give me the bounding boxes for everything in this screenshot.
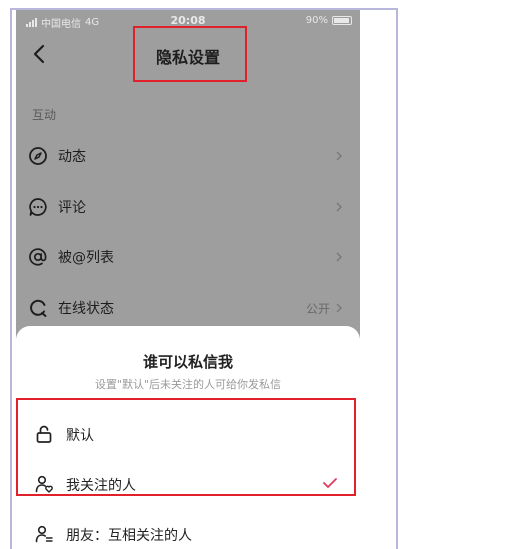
online-status-value: 公开 — [305, 301, 330, 316]
settings-item-label: 动态 — [58, 149, 86, 165]
options-highlight-box — [16, 398, 356, 496]
sheet-title: 谁可以私信我 — [142, 353, 233, 371]
chevron-right-icon — [336, 202, 343, 212]
option-mutual-friends[interactable]: 朋友：互相关注的人 — [16, 514, 360, 549]
comment-icon — [29, 198, 47, 216]
chevron-right-icon — [336, 303, 343, 313]
settings-item-label: 评论 — [58, 200, 86, 216]
option-label: 朋友：互相关注的人 — [66, 528, 192, 544]
title-highlight-box — [133, 26, 247, 82]
chevron-right-icon — [336, 151, 343, 161]
settings-item-mentions[interactable]: 被@列表 — [16, 237, 360, 277]
sheet-subtitle: 设置"默认"后未关注的人可给你发私信 — [94, 378, 282, 391]
settings-item-comments[interactable]: 评论 — [16, 187, 360, 227]
settings-item-label: 被@列表 — [58, 250, 114, 266]
section-header-interaction: 互动 — [32, 108, 57, 122]
at-icon — [29, 248, 47, 266]
battery-icon — [332, 16, 352, 25]
compass-icon — [29, 147, 47, 165]
chevron-right-icon — [336, 252, 343, 262]
settings-item-online-status[interactable]: 在线状态 公开 — [16, 288, 360, 328]
status-right: 90% — [306, 15, 352, 26]
battery-label: 90% — [305, 15, 328, 26]
person-mutual-icon — [35, 525, 53, 543]
settings-item-label: 在线状态 — [58, 301, 114, 317]
settings-item-moments[interactable]: 动态 — [16, 136, 360, 176]
online-status-icon — [30, 299, 47, 317]
